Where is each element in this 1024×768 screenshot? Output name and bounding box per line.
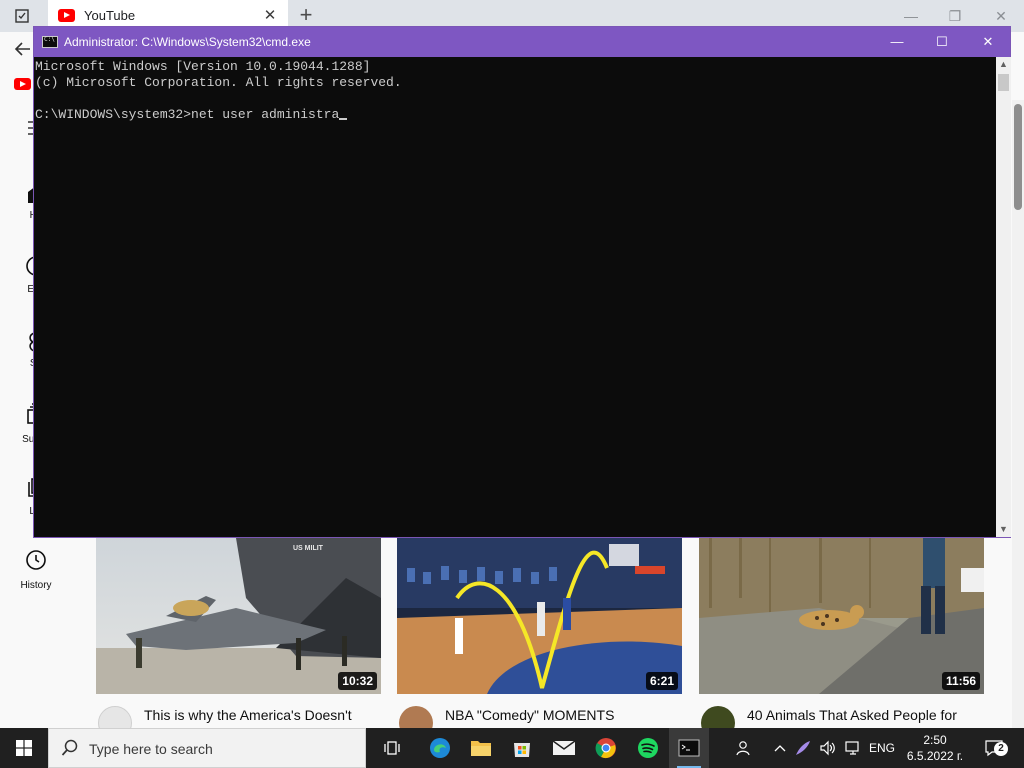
- window-menu-icon[interactable]: [14, 8, 30, 24]
- browser-restore-button[interactable]: ❐: [944, 6, 966, 26]
- cmd-window[interactable]: Administrator: C:\Windows\System32\cmd.e…: [33, 26, 1011, 538]
- edge-icon: [430, 738, 450, 758]
- cmd-titlebar[interactable]: Administrator: C:\Windows\System32\cmd.e…: [34, 27, 1010, 57]
- task-view-button[interactable]: [372, 728, 412, 768]
- video-thumbnail[interactable]: 6:21: [397, 538, 682, 694]
- cmd-app-icon: [42, 36, 58, 48]
- task-view-icon: [384, 741, 400, 755]
- taskbar-file-explorer[interactable]: [461, 728, 501, 768]
- video-duration: 6:21: [645, 672, 678, 690]
- cmd-maximize-button[interactable]: ☐: [919, 27, 965, 57]
- search-icon: [61, 739, 78, 756]
- notification-count-badge: 2: [994, 742, 1008, 756]
- browser-close-button[interactable]: ✕: [990, 6, 1012, 26]
- console-cursor: [339, 118, 348, 120]
- cmd-close-button[interactable]: ✕: [965, 27, 1011, 57]
- youtube-favicon-icon: [58, 9, 75, 22]
- video-title[interactable]: This is why the America's Doesn't: [144, 707, 384, 723]
- chrome-icon: [595, 738, 616, 759]
- windows-logo-icon: [16, 740, 32, 756]
- taskbar-store[interactable]: [502, 728, 542, 768]
- browser-minimize-button[interactable]: —: [900, 6, 922, 26]
- chevron-up-icon: [774, 745, 786, 752]
- taskbar-clock[interactable]: 2:50 6.5.2022 г.: [902, 732, 968, 764]
- page-scrollbar-thumb[interactable]: [1014, 104, 1022, 210]
- back-arrow-icon[interactable]: [14, 40, 34, 60]
- volume-icon: [820, 740, 835, 756]
- search-placeholder: Type here to search: [89, 741, 213, 757]
- new-tab-button[interactable]: +: [294, 4, 318, 28]
- video-duration: 11:56: [941, 672, 980, 690]
- tab-title: YouTube: [84, 8, 136, 23]
- taskbar: Type here to search ENG 2:50 6.5.2022 г.…: [0, 728, 1024, 768]
- cmd-scrollbar[interactable]: ▲ ▼: [996, 57, 1011, 537]
- console-command: C:\WINDOWS\system32>net user administra: [35, 107, 340, 122]
- show-hidden-icons-button[interactable]: [770, 728, 790, 768]
- cmd-icon: [678, 739, 700, 757]
- tab-close-button[interactable]: ✕: [262, 6, 278, 26]
- cmd-minimize-button[interactable]: —: [874, 27, 920, 57]
- network-icon: [845, 741, 859, 755]
- video-thumbnail[interactable]: US MILIT 10:32: [96, 538, 381, 694]
- language-indicator[interactable]: ENG: [866, 728, 898, 768]
- youtube-logo-icon[interactable]: [14, 78, 31, 90]
- start-button[interactable]: [0, 728, 48, 768]
- scroll-down-arrow-icon[interactable]: ▼: [996, 522, 1011, 537]
- console-input-line[interactable]: C:\WINDOWS\system32>net user administra: [35, 107, 996, 123]
- people-button[interactable]: [730, 728, 758, 768]
- thumbnail-text: US MILIT: [293, 545, 324, 552]
- history-icon: [26, 550, 46, 570]
- network-button[interactable]: [842, 728, 864, 768]
- console-line: (c) Microsoft Corporation. All rights re…: [35, 75, 402, 90]
- taskbar-edge[interactable]: [420, 728, 460, 768]
- video-duration: 10:32: [338, 672, 377, 690]
- people-icon: [736, 741, 750, 756]
- taskbar-cmd[interactable]: [669, 728, 709, 768]
- feather-icon: [796, 741, 810, 755]
- console-line: Microsoft Windows [Version 10.0.19044.12…: [35, 59, 371, 74]
- clock-time: 2:50: [923, 733, 947, 747]
- video-thumbnail[interactable]: 11:56: [699, 538, 984, 694]
- scroll-up-arrow-icon[interactable]: ▲: [996, 57, 1011, 72]
- cmd-console[interactable]: Microsoft Windows [Version 10.0.19044.12…: [34, 57, 996, 537]
- page-scrollbar[interactable]: [1012, 100, 1024, 728]
- spotify-icon: [638, 738, 658, 758]
- cmd-window-title: Administrator: C:\Windows\System32\cmd.e…: [64, 35, 311, 49]
- taskbar-spotify[interactable]: [628, 728, 668, 768]
- taskbar-search-box[interactable]: Type here to search: [48, 728, 366, 768]
- sidebar-item-history[interactable]: History: [0, 548, 72, 591]
- file-explorer-icon: [471, 741, 491, 756]
- tray-pen-icon[interactable]: [792, 728, 814, 768]
- clock-date: 6.5.2022 г.: [906, 749, 964, 763]
- mail-icon: [552, 740, 576, 755]
- taskbar-chrome[interactable]: [586, 728, 626, 768]
- video-title[interactable]: NBA "Comedy" MOMENTS: [445, 707, 685, 723]
- volume-button[interactable]: [816, 728, 840, 768]
- action-center-button[interactable]: 2: [980, 728, 1010, 768]
- video-title[interactable]: 40 Animals That Asked People for: [747, 707, 987, 723]
- cmd-scrollbar-thumb[interactable]: [998, 74, 1009, 91]
- sidebar-label: History: [20, 580, 52, 591]
- microsoft-store-icon: [514, 743, 530, 757]
- taskbar-mail[interactable]: [544, 728, 584, 768]
